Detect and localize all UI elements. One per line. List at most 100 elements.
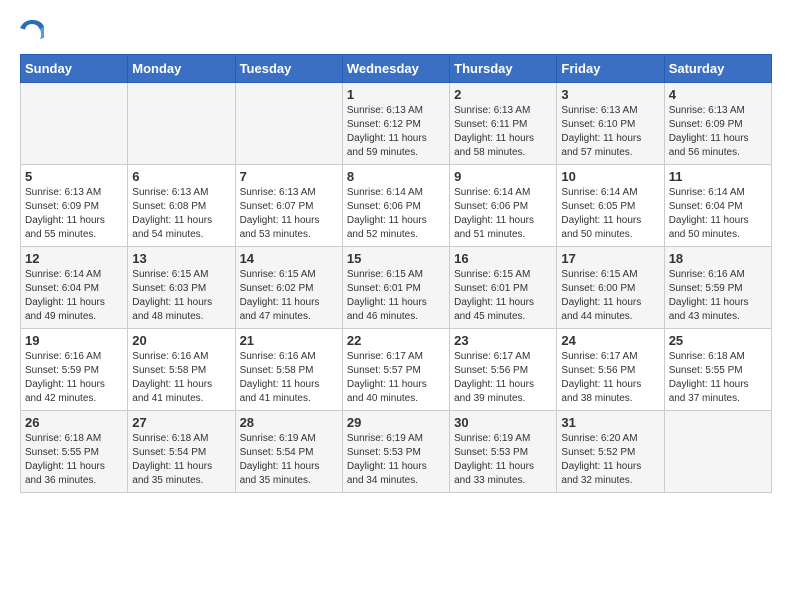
sunrise-text: Sunrise: 6:14 AM bbox=[347, 187, 423, 198]
day-info: Sunrise: 6:15 AM Sunset: 6:01 PM Dayligh… bbox=[347, 268, 445, 324]
sunrise-text: Sunrise: 6:18 AM bbox=[25, 433, 101, 444]
day-number: 19 bbox=[25, 333, 123, 348]
day-info: Sunrise: 6:18 AM Sunset: 5:55 PM Dayligh… bbox=[25, 432, 123, 488]
day-number: 17 bbox=[561, 251, 659, 266]
calendar-cell: 4 Sunrise: 6:13 AM Sunset: 6:09 PM Dayli… bbox=[664, 83, 771, 165]
calendar-cell: 8 Sunrise: 6:14 AM Sunset: 6:06 PM Dayli… bbox=[342, 165, 449, 247]
sunset-text: Sunset: 6:04 PM bbox=[25, 283, 99, 294]
day-info: Sunrise: 6:13 AM Sunset: 6:10 PM Dayligh… bbox=[561, 104, 659, 160]
day-info: Sunrise: 6:16 AM Sunset: 5:59 PM Dayligh… bbox=[25, 350, 123, 406]
day-number: 18 bbox=[669, 251, 767, 266]
day-number: 3 bbox=[561, 87, 659, 102]
calendar-cell: 1 Sunrise: 6:13 AM Sunset: 6:12 PM Dayli… bbox=[342, 83, 449, 165]
day-info: Sunrise: 6:14 AM Sunset: 6:04 PM Dayligh… bbox=[25, 268, 123, 324]
sunset-text: Sunset: 5:57 PM bbox=[347, 365, 421, 376]
sunrise-text: Sunrise: 6:16 AM bbox=[669, 269, 745, 280]
sunrise-text: Sunrise: 6:15 AM bbox=[454, 269, 530, 280]
day-info: Sunrise: 6:18 AM Sunset: 5:54 PM Dayligh… bbox=[132, 432, 230, 488]
calendar-cell: 18 Sunrise: 6:16 AM Sunset: 5:59 PM Dayl… bbox=[664, 247, 771, 329]
day-number: 24 bbox=[561, 333, 659, 348]
calendar-cell: 3 Sunrise: 6:13 AM Sunset: 6:10 PM Dayli… bbox=[557, 83, 664, 165]
sunrise-text: Sunrise: 6:13 AM bbox=[669, 105, 745, 116]
sunset-text: Sunset: 6:01 PM bbox=[454, 283, 528, 294]
daylight-text: Daylight: 11 hours and 36 minutes. bbox=[25, 461, 105, 486]
daylight-text: Daylight: 11 hours and 43 minutes. bbox=[669, 297, 749, 322]
day-info: Sunrise: 6:16 AM Sunset: 5:58 PM Dayligh… bbox=[240, 350, 338, 406]
daylight-text: Daylight: 11 hours and 38 minutes. bbox=[561, 379, 641, 404]
calendar-cell: 28 Sunrise: 6:19 AM Sunset: 5:54 PM Dayl… bbox=[235, 411, 342, 493]
day-info: Sunrise: 6:14 AM Sunset: 6:05 PM Dayligh… bbox=[561, 186, 659, 242]
day-number: 7 bbox=[240, 169, 338, 184]
calendar-cell: 7 Sunrise: 6:13 AM Sunset: 6:07 PM Dayli… bbox=[235, 165, 342, 247]
sunrise-text: Sunrise: 6:16 AM bbox=[132, 351, 208, 362]
day-info: Sunrise: 6:17 AM Sunset: 5:57 PM Dayligh… bbox=[347, 350, 445, 406]
sunset-text: Sunset: 5:58 PM bbox=[240, 365, 314, 376]
day-info: Sunrise: 6:15 AM Sunset: 6:00 PM Dayligh… bbox=[561, 268, 659, 324]
calendar-cell: 10 Sunrise: 6:14 AM Sunset: 6:05 PM Dayl… bbox=[557, 165, 664, 247]
day-number: 21 bbox=[240, 333, 338, 348]
daylight-text: Daylight: 11 hours and 52 minutes. bbox=[347, 215, 427, 240]
daylight-text: Daylight: 11 hours and 50 minutes. bbox=[669, 215, 749, 240]
sunset-text: Sunset: 6:02 PM bbox=[240, 283, 314, 294]
daylight-text: Daylight: 11 hours and 59 minutes. bbox=[347, 133, 427, 158]
day-info: Sunrise: 6:13 AM Sunset: 6:11 PM Dayligh… bbox=[454, 104, 552, 160]
day-info: Sunrise: 6:19 AM Sunset: 5:53 PM Dayligh… bbox=[347, 432, 445, 488]
calendar-cell: 27 Sunrise: 6:18 AM Sunset: 5:54 PM Dayl… bbox=[128, 411, 235, 493]
day-info: Sunrise: 6:15 AM Sunset: 6:02 PM Dayligh… bbox=[240, 268, 338, 324]
calendar-body: 1 Sunrise: 6:13 AM Sunset: 6:12 PM Dayli… bbox=[21, 83, 772, 493]
calendar-week-row: 26 Sunrise: 6:18 AM Sunset: 5:55 PM Dayl… bbox=[21, 411, 772, 493]
sunset-text: Sunset: 5:53 PM bbox=[347, 447, 421, 458]
daylight-text: Daylight: 11 hours and 42 minutes. bbox=[25, 379, 105, 404]
sunset-text: Sunset: 6:08 PM bbox=[132, 201, 206, 212]
sunrise-text: Sunrise: 6:14 AM bbox=[25, 269, 101, 280]
daylight-text: Daylight: 11 hours and 41 minutes. bbox=[132, 379, 212, 404]
daylight-text: Daylight: 11 hours and 37 minutes. bbox=[669, 379, 749, 404]
daylight-text: Daylight: 11 hours and 35 minutes. bbox=[132, 461, 212, 486]
sunrise-text: Sunrise: 6:13 AM bbox=[454, 105, 530, 116]
calendar-cell: 2 Sunrise: 6:13 AM Sunset: 6:11 PM Dayli… bbox=[450, 83, 557, 165]
daylight-text: Daylight: 11 hours and 45 minutes. bbox=[454, 297, 534, 322]
sunrise-text: Sunrise: 6:15 AM bbox=[561, 269, 637, 280]
calendar-cell: 19 Sunrise: 6:16 AM Sunset: 5:59 PM Dayl… bbox=[21, 329, 128, 411]
calendar-cell bbox=[128, 83, 235, 165]
day-number: 12 bbox=[25, 251, 123, 266]
day-info: Sunrise: 6:14 AM Sunset: 6:06 PM Dayligh… bbox=[347, 186, 445, 242]
daylight-text: Daylight: 11 hours and 58 minutes. bbox=[454, 133, 534, 158]
calendar-cell: 11 Sunrise: 6:14 AM Sunset: 6:04 PM Dayl… bbox=[664, 165, 771, 247]
calendar-cell: 9 Sunrise: 6:14 AM Sunset: 6:06 PM Dayli… bbox=[450, 165, 557, 247]
calendar-cell bbox=[235, 83, 342, 165]
sunrise-text: Sunrise: 6:18 AM bbox=[669, 351, 745, 362]
calendar-week-row: 19 Sunrise: 6:16 AM Sunset: 5:59 PM Dayl… bbox=[21, 329, 772, 411]
day-info: Sunrise: 6:16 AM Sunset: 5:58 PM Dayligh… bbox=[132, 350, 230, 406]
sunrise-text: Sunrise: 6:17 AM bbox=[561, 351, 637, 362]
calendar-cell: 14 Sunrise: 6:15 AM Sunset: 6:02 PM Dayl… bbox=[235, 247, 342, 329]
sunrise-text: Sunrise: 6:13 AM bbox=[240, 187, 316, 198]
daylight-text: Daylight: 11 hours and 53 minutes. bbox=[240, 215, 320, 240]
daylight-text: Daylight: 11 hours and 48 minutes. bbox=[132, 297, 212, 322]
sunrise-text: Sunrise: 6:14 AM bbox=[454, 187, 530, 198]
calendar-cell: 13 Sunrise: 6:15 AM Sunset: 6:03 PM Dayl… bbox=[128, 247, 235, 329]
sunset-text: Sunset: 5:55 PM bbox=[669, 365, 743, 376]
daylight-text: Daylight: 11 hours and 41 minutes. bbox=[240, 379, 320, 404]
calendar-cell: 20 Sunrise: 6:16 AM Sunset: 5:58 PM Dayl… bbox=[128, 329, 235, 411]
calendar-cell: 22 Sunrise: 6:17 AM Sunset: 5:57 PM Dayl… bbox=[342, 329, 449, 411]
daylight-text: Daylight: 11 hours and 56 minutes. bbox=[669, 133, 749, 158]
day-info: Sunrise: 6:18 AM Sunset: 5:55 PM Dayligh… bbox=[669, 350, 767, 406]
sunset-text: Sunset: 5:59 PM bbox=[669, 283, 743, 294]
calendar-cell: 12 Sunrise: 6:14 AM Sunset: 6:04 PM Dayl… bbox=[21, 247, 128, 329]
calendar-week-row: 5 Sunrise: 6:13 AM Sunset: 6:09 PM Dayli… bbox=[21, 165, 772, 247]
sunset-text: Sunset: 5:55 PM bbox=[25, 447, 99, 458]
day-number: 14 bbox=[240, 251, 338, 266]
sunrise-text: Sunrise: 6:15 AM bbox=[240, 269, 316, 280]
sunrise-text: Sunrise: 6:18 AM bbox=[132, 433, 208, 444]
calendar-cell: 5 Sunrise: 6:13 AM Sunset: 6:09 PM Dayli… bbox=[21, 165, 128, 247]
day-number: 15 bbox=[347, 251, 445, 266]
day-info: Sunrise: 6:13 AM Sunset: 6:09 PM Dayligh… bbox=[669, 104, 767, 160]
day-number: 4 bbox=[669, 87, 767, 102]
weekday-header: Monday bbox=[128, 55, 235, 83]
sunset-text: Sunset: 6:06 PM bbox=[454, 201, 528, 212]
day-number: 11 bbox=[669, 169, 767, 184]
day-number: 31 bbox=[561, 415, 659, 430]
day-info: Sunrise: 6:15 AM Sunset: 6:01 PM Dayligh… bbox=[454, 268, 552, 324]
day-number: 6 bbox=[132, 169, 230, 184]
